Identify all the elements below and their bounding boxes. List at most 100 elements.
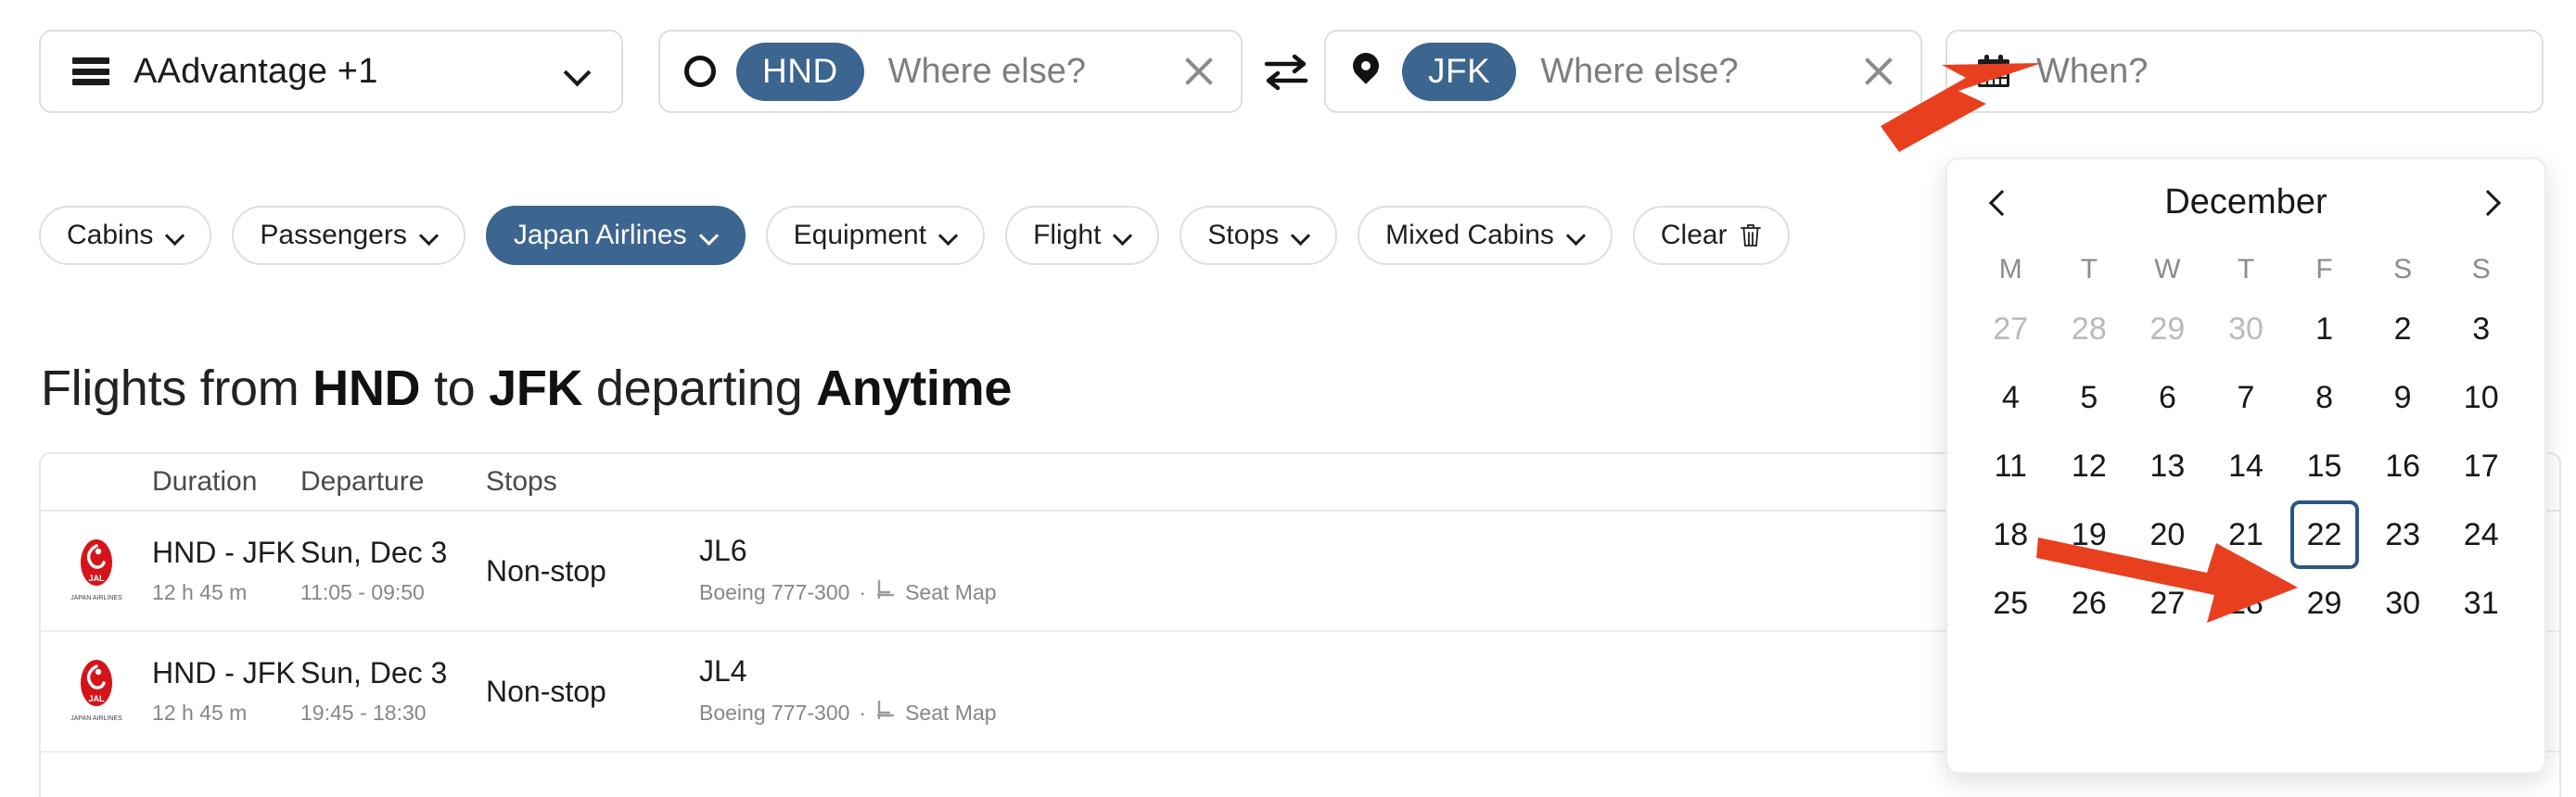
airline-logo: JAL JAPAN AIRLINES	[41, 657, 152, 726]
calendar-day[interactable]: 1	[2285, 295, 2364, 363]
calendar-day[interactable]: 20	[2128, 500, 2207, 569]
duration-label: 12 h 45 m	[152, 701, 248, 726]
stops-label: Non-stop	[486, 553, 606, 588]
calendar-day-number: 11	[1994, 448, 2027, 484]
calendar-day[interactable]: 23	[2364, 500, 2442, 569]
calendar-day-number: 5	[2080, 379, 2098, 415]
filter-chip-label: Flight	[1033, 220, 1102, 250]
filter-chip-clear[interactable]: Clear	[1632, 206, 1790, 265]
calendar-day[interactable]: 29	[2285, 569, 2364, 638]
loyalty-program-selector[interactable]: AAdvantage +1	[39, 30, 623, 113]
stops-label: Non-stop	[486, 674, 606, 708]
calendar-day[interactable]: 5	[2050, 363, 2129, 432]
swap-airports-button[interactable]	[1263, 51, 1309, 92]
calendar-day[interactable]: 28	[2207, 569, 2286, 638]
calendar-day[interactable]: 10	[2442, 363, 2520, 432]
calendar-day-number: 16	[2385, 448, 2421, 484]
calendar-day[interactable]: 7	[2207, 363, 2286, 432]
calendar-day[interactable]: 30	[2207, 295, 2286, 363]
when-placeholder[interactable]: When?	[2036, 52, 2148, 92]
calendar-day-number: 15	[2306, 448, 2342, 484]
departure-cell: Sun, Dec 3 11:05 - 09:50	[300, 537, 486, 605]
chevron-down-icon	[1115, 227, 1131, 244]
seat-map-link[interactable]: Seat Map	[905, 702, 996, 726]
calendar-weekday: W	[2154, 254, 2181, 285]
calendar-day[interactable]: 12	[2050, 432, 2129, 500]
header-cell-stops: Stops	[486, 466, 557, 497]
calendar-day[interactable]: 27	[2128, 569, 2207, 638]
origin-field[interactable]: HND Where else?	[658, 30, 1243, 113]
chevron-down-icon	[167, 227, 184, 244]
calendar-weekday: M	[1998, 254, 2022, 285]
calendar-day[interactable]: 31	[2442, 569, 2520, 638]
calendar-day[interactable]: 15	[2285, 432, 2364, 500]
calendar-day[interactable]: 24	[2442, 500, 2520, 569]
destination-airport-chip[interactable]: JFK	[1402, 42, 1517, 101]
calendar-day[interactable]: 14	[2207, 432, 2286, 500]
chevron-down-icon[interactable]	[566, 59, 590, 83]
calendar-day-number: 3	[2472, 310, 2491, 347]
calendar-day-selected[interactable]: 22	[2285, 500, 2364, 569]
filter-chip-stops[interactable]: Stops	[1180, 206, 1338, 265]
destination-placeholder[interactable]: Where else?	[1540, 52, 1861, 92]
when-date-field[interactable]: When?	[1945, 30, 2544, 113]
calendar-day[interactable]: 27	[1971, 295, 2050, 363]
calendar-day[interactable]: 4	[1971, 363, 2050, 432]
destination-field[interactable]: JFK Where else?	[1324, 30, 1922, 113]
calendar-day-number: 4	[2001, 379, 2020, 415]
filter-chip-cabins[interactable]: Cabins	[39, 206, 212, 265]
chevron-right-icon[interactable]	[2474, 183, 2511, 221]
calendar-day[interactable]: 16	[2364, 432, 2442, 500]
origin-clear-icon[interactable]	[1181, 54, 1217, 89]
calendar-day[interactable]: 26	[2050, 569, 2129, 638]
calendar-day[interactable]: 30	[2364, 569, 2442, 638]
chevron-left-icon[interactable]	[1981, 183, 2018, 221]
calendar-day-number: 21	[2228, 516, 2264, 552]
calendar-day[interactable]: 21	[2207, 500, 2286, 569]
calendar-day[interactable]: 29	[2128, 295, 2207, 363]
origin-airport-chip[interactable]: HND	[736, 42, 864, 101]
heading-destination: JFK	[489, 361, 583, 416]
calendar-day[interactable]: 2	[2364, 295, 2442, 363]
seat-map-link[interactable]: Seat Map	[905, 581, 996, 605]
dot-separator: ·	[859, 701, 867, 726]
flight-number: JL6	[699, 534, 747, 568]
origin-placeholder[interactable]: Where else?	[888, 52, 1181, 92]
calendar-day[interactable]: 18	[1971, 500, 2050, 569]
calendar-day-number: 27	[2149, 585, 2186, 621]
calendar-day-number: 28	[2071, 310, 2107, 347]
calendar-day[interactable]: 3	[2442, 295, 2520, 363]
calendar-day[interactable]: 17	[2442, 432, 2520, 500]
filter-chip-label: Cabins	[67, 220, 154, 250]
filter-chip-equipment[interactable]: Equipment	[765, 206, 986, 265]
heading-suffix: departing	[582, 361, 817, 416]
calendar-day-number: 24	[2463, 516, 2499, 552]
calendar-day[interactable]: 9	[2364, 363, 2442, 432]
calendar-day[interactable]: 11	[1971, 432, 2050, 500]
calendar-day-number: 30	[2228, 310, 2264, 347]
flight-number: JL4	[699, 654, 747, 689]
calendar-day[interactable]: 25	[1971, 569, 2050, 638]
calendar-day-grid: 27 28 29 30 1 2 3 4 5 6 7 8 9 10 11 12 13 14 15 16 17 18 19 20 2…	[1971, 295, 2520, 638]
filter-chip-flight[interactable]: Flight	[1005, 206, 1160, 265]
calendar-day-number: 27	[1993, 310, 2029, 347]
seat-icon	[875, 579, 896, 606]
equipment-row: Boeing 777-300 · Seat Map	[699, 579, 1098, 606]
calendar-weekday: F	[2315, 254, 2333, 285]
calendar-day[interactable]: 8	[2285, 363, 2364, 432]
flight-cell: JL6 Boeing 777-300 · Seat Map	[699, 535, 1098, 606]
calendar-day[interactable]: 19	[2050, 500, 2129, 569]
filter-chip-passengers[interactable]: Passengers	[232, 206, 465, 265]
calendar-day-number: 30	[2385, 585, 2421, 621]
calendar-day-number: 6	[2158, 379, 2176, 415]
destination-clear-icon[interactable]	[1861, 54, 1896, 89]
calendar-day-number: 9	[2393, 379, 2412, 415]
heading-prefix: Flights from	[41, 361, 313, 416]
calendar-day[interactable]: 28	[2050, 295, 2129, 363]
calendar-day[interactable]: 6	[2128, 363, 2207, 432]
calendar-day[interactable]: 13	[2128, 432, 2207, 500]
calendar-day-number: 1	[2315, 310, 2334, 347]
filter-chip-japan-airlines[interactable]: Japan Airlines	[485, 206, 746, 265]
filter-chip-mixed-cabins[interactable]: Mixed Cabins	[1358, 206, 1613, 265]
departure-date: Sun, Dec 3	[300, 656, 448, 690]
